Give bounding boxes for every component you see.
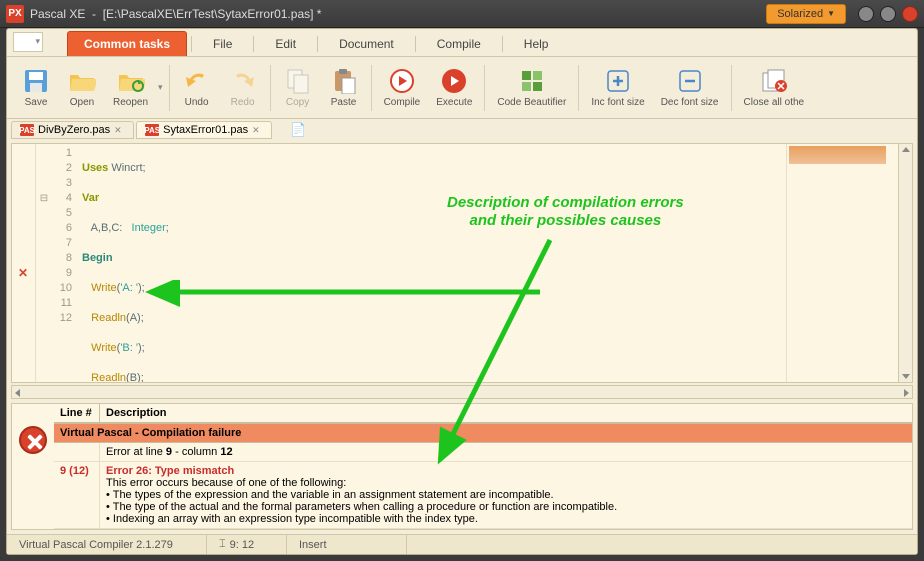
menu-compile[interactable]: Compile: [420, 31, 498, 56]
menu-common-tasks[interactable]: Common tasks: [67, 31, 187, 56]
vertical-scrollbar[interactable]: [898, 144, 912, 382]
horizontal-scrollbar[interactable]: [11, 385, 913, 399]
open-folder-icon: [68, 67, 96, 95]
reopen-button[interactable]: Reopen: [105, 65, 156, 110]
layout-selector[interactable]: [13, 32, 43, 52]
status-mode: Insert: [287, 535, 407, 554]
window-close-button[interactable]: [902, 6, 918, 22]
error-marker-icon: ✕: [18, 266, 28, 281]
save-button[interactable]: Save: [13, 65, 59, 110]
menu-file[interactable]: File: [196, 31, 249, 56]
menu-help[interactable]: Help: [507, 31, 566, 56]
error-detail-row[interactable]: 9 (12) Error 26: Type mismatch This erro…: [54, 462, 912, 529]
cursor-icon: ⌶: [219, 538, 226, 551]
window-minimize-button[interactable]: [858, 6, 874, 22]
copy-button[interactable]: Copy: [275, 65, 321, 110]
plus-icon: [604, 67, 632, 95]
minus-icon: [676, 67, 704, 95]
app-logo: PX: [6, 5, 24, 23]
window-titlebar: PX Pascal XE - [E:\PascalXE\ErrTest\Syta…: [0, 0, 924, 28]
compile-button[interactable]: Compile: [376, 65, 429, 110]
close-tab-icon[interactable]: ✕: [252, 125, 263, 136]
error-circle-icon: [19, 426, 47, 454]
line-numbers: 123456789101112: [36, 144, 78, 382]
pascal-file-icon: PAS: [20, 124, 34, 136]
menu-edit[interactable]: Edit: [258, 31, 313, 56]
menu-bar: Common tasks File Edit Document Compile …: [7, 29, 917, 57]
fold-toggle[interactable]: ⊟: [38, 191, 50, 206]
menu-document[interactable]: Document: [322, 31, 411, 56]
status-compiler: Virtual Pascal Compiler 2.1.279: [7, 535, 207, 554]
open-button[interactable]: Open: [59, 65, 105, 110]
close-all-button[interactable]: Close all othe: [736, 65, 813, 110]
minimap[interactable]: [786, 144, 898, 382]
error-panel: Line # Description Virtual Pascal - Comp…: [11, 403, 913, 530]
status-bar: Virtual Pascal Compiler 2.1.279 ⌶9: 12 I…: [7, 534, 917, 554]
dec-font-button[interactable]: Dec font size: [653, 65, 727, 110]
status-position: ⌶9: 12: [207, 535, 287, 554]
undo-icon: [183, 67, 211, 95]
compilation-failure-row: Virtual Pascal - Compilation failure: [54, 423, 912, 443]
file-tab-syntaxerror[interactable]: PAS SytaxError01.pas ✕: [136, 121, 272, 139]
redo-button[interactable]: Redo: [220, 65, 266, 110]
code-area[interactable]: Uses Wincrt; Var A,B,C: Integer; Begin W…: [78, 144, 786, 382]
new-file-button[interactable]: 📄: [290, 122, 306, 138]
redo-icon: [229, 67, 257, 95]
error-location-row[interactable]: Error at line 9 - column 12: [54, 443, 912, 462]
execute-button[interactable]: Execute: [428, 65, 480, 110]
close-tab-icon[interactable]: ✕: [114, 125, 125, 136]
error-header-row: Line # Description: [54, 404, 912, 423]
save-icon: [22, 67, 50, 95]
close-all-icon: [760, 67, 788, 95]
beautifier-button[interactable]: Code Beautifier: [489, 65, 574, 110]
window-title: Pascal XE - [E:\PascalXE\ErrTest\SytaxEr…: [30, 7, 766, 21]
gutter-glyph: ✕: [12, 144, 36, 382]
theme-selector[interactable]: Solarized▼: [766, 4, 846, 24]
paste-icon: [330, 67, 358, 95]
file-tabs: PAS DivByZero.pas ✕ PAS SytaxError01.pas…: [7, 119, 917, 141]
reopen-icon: [117, 67, 145, 95]
code-editor[interactable]: ✕ 123456789101112 ⊟ Uses Wincrt; Var A,B…: [11, 143, 913, 383]
beautifier-icon: [518, 67, 546, 95]
pascal-file-icon: PAS: [145, 124, 159, 136]
reopen-chevron[interactable]: ▾: [156, 82, 165, 93]
copy-icon: [284, 67, 312, 95]
paste-button[interactable]: Paste: [321, 65, 367, 110]
inc-font-button[interactable]: Inc font size: [583, 65, 652, 110]
app-frame: Common tasks File Edit Document Compile …: [6, 28, 918, 555]
undo-button[interactable]: Undo: [174, 65, 220, 110]
error-panel-icon-col: [12, 404, 54, 529]
toolbar-ribbon: Save Open Reopen ▾ Undo Redo Copy Paste …: [7, 57, 917, 119]
window-maximize-button[interactable]: [880, 6, 896, 22]
compile-icon: [388, 67, 416, 95]
execute-icon: [440, 67, 468, 95]
file-tab-divbyzero[interactable]: PAS DivByZero.pas ✕: [11, 121, 134, 139]
error-table: Line # Description Virtual Pascal - Comp…: [54, 404, 912, 529]
